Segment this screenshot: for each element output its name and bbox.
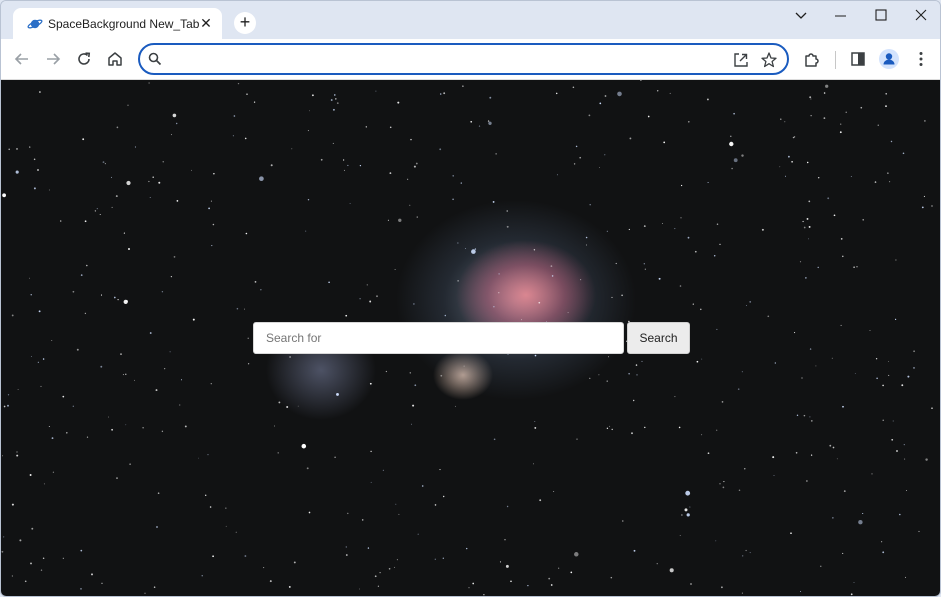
close-icon[interactable] <box>901 5 941 27</box>
share-icon[interactable] <box>732 51 750 69</box>
reload-icon[interactable] <box>73 48 95 70</box>
chevron-down-icon[interactable] <box>781 5 821 27</box>
tab-close-button[interactable]: ✕ <box>197 14 215 32</box>
side-panel-icon[interactable] <box>847 48 869 70</box>
back-arrow-icon[interactable] <box>11 48 33 70</box>
browser-toolbar <box>1 39 940 80</box>
forward-arrow-icon[interactable] <box>42 48 64 70</box>
star-icon[interactable] <box>760 51 778 69</box>
search-input[interactable] <box>253 322 624 354</box>
minimize-icon[interactable] <box>821 5 861 27</box>
profile-avatar-icon[interactable] <box>878 48 900 70</box>
toolbar-separator <box>835 51 836 69</box>
address-input[interactable] <box>168 50 728 70</box>
browser-window: SpaceBackground New_Tab ✕ + Search for S… <box>0 0 941 597</box>
new-tab-button[interactable]: + <box>234 12 256 34</box>
new-tab-page: Search <box>1 80 940 596</box>
tab-title: SpaceBackground New_Tab <box>48 17 200 31</box>
extensions-icon[interactable] <box>801 48 823 70</box>
search-icon <box>148 52 162 66</box>
home-icon[interactable] <box>104 48 126 70</box>
maximize-icon[interactable] <box>861 5 901 27</box>
kebab-menu-icon[interactable] <box>910 48 932 70</box>
planet-icon <box>27 19 43 29</box>
active-tab[interactable]: SpaceBackground New_Tab ✕ <box>13 8 222 39</box>
tab-strip: SpaceBackground New_Tab ✕ + <box>1 1 940 39</box>
search-button[interactable]: Search <box>627 322 690 354</box>
address-bar[interactable] <box>138 43 789 75</box>
